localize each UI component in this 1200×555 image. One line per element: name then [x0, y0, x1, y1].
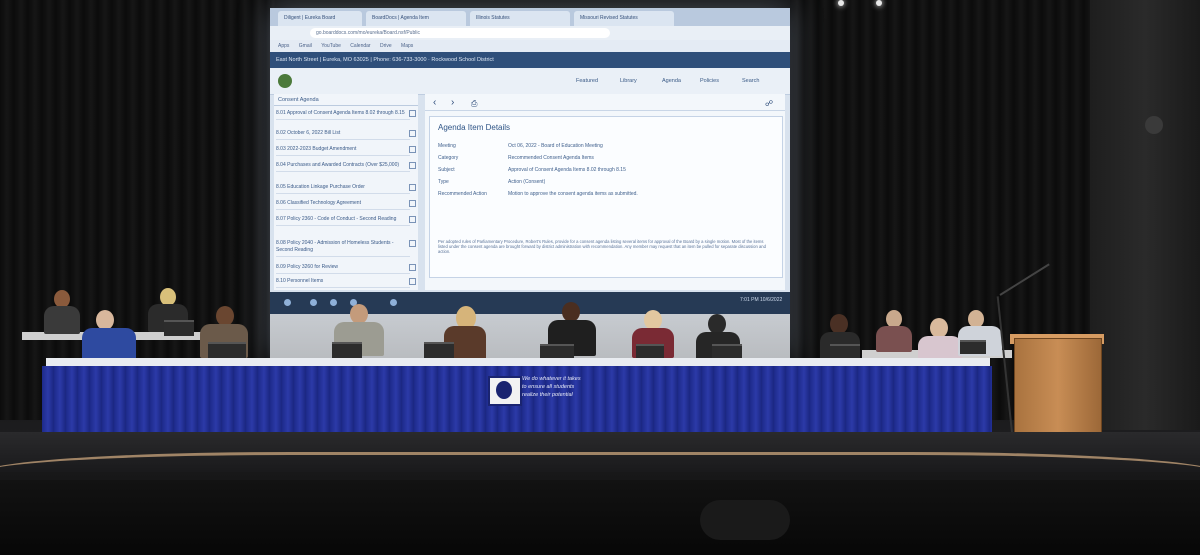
print-icon: ⎙	[471, 99, 478, 108]
person-head	[96, 310, 114, 330]
taskbar-app-icon	[310, 299, 317, 306]
browser-address-bar: go.boarddocs.com/mo/eureka/Board.nsf/Pub…	[270, 26, 790, 40]
person-head	[930, 318, 948, 338]
checkbox-icon	[409, 110, 416, 117]
side-wall	[1090, 0, 1200, 430]
district-seal	[488, 376, 522, 406]
laptop	[164, 320, 194, 336]
person-head	[708, 314, 726, 334]
person-body	[44, 306, 80, 334]
person-head	[562, 302, 580, 322]
laptop	[424, 342, 454, 358]
person-head	[216, 306, 234, 326]
detail-label: Category	[438, 155, 459, 161]
nav-agenda: Agenda	[662, 78, 681, 84]
browser-tab: Missouri Revised Statutes	[574, 11, 674, 26]
browser-tab: BoardDocs | Agenda Item	[366, 11, 466, 26]
agenda-item: 8.08 Policy 2040 - Admission of Homeless…	[276, 240, 416, 257]
district-motto: We do whatever it takes to ensure all st…	[522, 376, 581, 398]
person-body	[82, 328, 136, 362]
detail-row: Meeting Oct 06, 2022 - Board of Educatio…	[430, 143, 782, 155]
audience-seat	[700, 500, 790, 540]
chevron-right-icon: ›	[451, 97, 455, 108]
item-toolbar: ‹ › ⎙ ☍	[425, 96, 785, 111]
agenda-item: 8.07 Policy 2360 - Code of Conduct - Sec…	[276, 216, 416, 226]
checkbox-icon	[409, 146, 416, 153]
detail-value: Recommended Consent Agenda Items	[508, 155, 594, 161]
person-body	[876, 326, 912, 352]
audience-area	[0, 480, 1200, 555]
nav-library: Library	[620, 78, 637, 84]
nav-policies: Policies	[700, 78, 719, 84]
agenda-item: 8.03 2022-2023 Budget Amendment	[276, 146, 416, 156]
bookmark: YouTube	[321, 43, 341, 49]
bookmarks-bar: Apps Gmail YouTube Calendar Drive Maps	[270, 40, 790, 52]
share-icon: ☍	[765, 99, 774, 108]
detail-value: Oct 06, 2022 - Board of Education Meetin…	[508, 143, 603, 149]
site-header: East North Street | Eureka, MO 63025 | P…	[270, 52, 790, 68]
person-head	[830, 314, 848, 334]
detail-row: Category Recommended Consent Agenda Item…	[430, 155, 782, 167]
taskbar-app-icon	[390, 299, 397, 306]
agenda-item-panel: ‹ › ⎙ ☍ Agenda Item Details Meeting Oct …	[425, 94, 785, 290]
start-icon	[284, 299, 291, 306]
checkbox-icon	[409, 278, 416, 285]
checkbox-icon	[409, 216, 416, 223]
chevron-left-icon: ‹	[433, 97, 437, 108]
os-taskbar: 7:01 PM 10/6/2022	[270, 292, 790, 314]
detail-row: Subject Approval of Consent Agenda Items…	[430, 167, 782, 179]
url-field: go.boarddocs.com/mo/eureka/Board.nsf/Pub…	[310, 28, 610, 38]
agenda-item: 8.10 Personnel Items	[276, 278, 416, 288]
taskbar-clock: 7:01 PM 10/6/2022	[740, 297, 783, 303]
detail-value: Action (Consent)	[508, 179, 546, 185]
taskbar-app-icon	[330, 299, 337, 306]
bookmark: Maps	[401, 43, 414, 49]
bookmark: Calendar	[350, 43, 371, 49]
agenda-sidebar: Consent Agenda 8.01 Approval of Consent …	[274, 94, 418, 290]
details-box: Agenda Item Details Meeting Oct 06, 2022…	[429, 116, 783, 278]
site-nav: Featured Library Agenda Policies Search	[270, 68, 790, 95]
sidebar-title: Consent Agenda	[274, 94, 418, 106]
detail-value: Approval of Consent Agenda Items 8.02 th…	[508, 167, 626, 173]
detail-label: Meeting	[438, 143, 456, 149]
browser-tab-bar: Diligent | Eureka Board BoardDocs | Agen…	[270, 8, 790, 26]
detail-row: Recommended Action Motion to approve the…	[430, 191, 782, 203]
agenda-item: 8.04 Purchases and Awarded Contracts (Ov…	[276, 162, 416, 172]
person-head	[350, 304, 368, 324]
nav-featured: Featured	[576, 78, 599, 84]
agenda-item: 8.06 Classified Technology Agreement	[276, 200, 416, 210]
laptop	[960, 340, 986, 354]
tree-icon	[496, 381, 512, 399]
checkbox-icon	[409, 184, 416, 191]
browser-tab: Illinois Statutes	[470, 11, 570, 26]
checkbox-icon	[409, 264, 416, 271]
detail-label: Subject	[438, 167, 455, 173]
checkbox-icon	[409, 240, 416, 247]
person-head	[644, 310, 662, 330]
bookmark: Apps	[278, 43, 290, 49]
district-logo	[278, 74, 292, 88]
ceiling-light	[838, 0, 844, 6]
agenda-item: 8.09 Policy 3260 for Review	[276, 264, 416, 274]
checkbox-icon	[409, 200, 416, 207]
agenda-item: 8.05 Education Linkage Purchase Order	[276, 184, 416, 194]
projection-screen: Diligent | Eureka Board BoardDocs | Agen…	[270, 8, 790, 358]
wall-speaker	[1145, 116, 1163, 134]
browser-tab: Diligent | Eureka Board	[278, 11, 362, 26]
ceiling-light	[876, 0, 882, 6]
detail-value: Motion to approve the consent agenda ite…	[508, 191, 638, 197]
detail-row: Type Action (Consent)	[430, 179, 782, 191]
checkbox-icon	[409, 162, 416, 169]
checkbox-icon	[409, 130, 416, 137]
detail-label: Recommended Action	[438, 191, 487, 197]
bookmark: Gmail	[298, 43, 312, 49]
nav-search: Search	[742, 78, 760, 84]
details-paragraph: Per adopted rules of Parliamentary Proce…	[438, 239, 766, 254]
details-title: Agenda Item Details	[438, 123, 511, 132]
detail-label: Type	[438, 179, 449, 185]
agenda-item: 8.01 Approval of Consent Agenda Items 8.…	[276, 110, 416, 120]
agenda-item: 8.02 October 6, 2022 Bill List	[276, 130, 416, 140]
bookmark: Drive	[379, 43, 392, 49]
